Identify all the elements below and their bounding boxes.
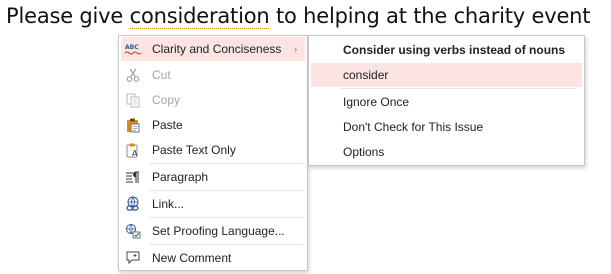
submenu-item-ignore-once[interactable]: Ignore Once	[311, 90, 582, 114]
menu-item-label: Cut	[152, 68, 171, 82]
document-sentence: Please give consideration to helping at …	[6, 4, 591, 29]
suggestion-heading: Consider using verbs instead of nouns	[343, 43, 566, 57]
menu-item-set-proofing-language[interactable]: Set Proofing Language...	[121, 219, 305, 243]
sentence-text-before: Please give	[6, 4, 130, 28]
submenu-item-label: Don't Check for This Issue	[343, 120, 484, 134]
menu-separator	[149, 163, 303, 164]
abc-spelling-icon: ABC	[124, 41, 142, 57]
clarity-submenu: Consider using verbs instead of nouns co…	[308, 35, 585, 166]
menu-item-paste-text-only[interactable]: A Paste Text Only	[121, 138, 305, 162]
submenu-item-label: Options	[343, 145, 385, 159]
menu-item-new-comment[interactable]: New Comment	[121, 246, 305, 270]
menu-item-label: Link...	[152, 197, 185, 211]
link-icon	[124, 196, 142, 212]
menu-item-label: Paragraph	[152, 170, 209, 184]
menu-item-link[interactable]: Link...	[121, 192, 305, 216]
menu-item-paragraph[interactable]: Paragraph	[121, 165, 305, 189]
scissors-icon	[124, 67, 142, 83]
submenu-item-dont-check[interactable]: Don't Check for This Issue	[311, 115, 582, 139]
sentence-text-after: to helping at the charity event	[269, 4, 591, 28]
menu-separator	[149, 217, 303, 218]
clipboard-icon	[124, 117, 142, 133]
paragraph-icon	[124, 169, 142, 185]
submenu-item-label: Ignore Once	[343, 95, 410, 109]
context-menu: ABC Clarity and Conciseness › Cut Copy P…	[118, 35, 308, 271]
suggestion-label: consider	[343, 68, 389, 82]
proofing-language-icon	[124, 223, 142, 239]
svg-text:A: A	[132, 149, 138, 158]
comment-icon	[124, 250, 142, 266]
menu-item-label: Paste Text Only	[152, 143, 236, 157]
copy-icon	[124, 92, 142, 108]
screen: Please give consideration to helping at …	[0, 0, 611, 274]
menu-item-label: Paste	[152, 118, 183, 132]
menu-item-label: New Comment	[152, 251, 232, 265]
submenu-item-options[interactable]: Options	[311, 140, 582, 164]
paste-text-only-icon: A	[124, 142, 142, 158]
menu-item-cut[interactable]: Cut	[121, 63, 305, 87]
menu-item-label: Copy	[152, 93, 181, 107]
suggestion-item-consider[interactable]: consider	[311, 63, 582, 87]
menu-separator	[149, 190, 303, 191]
submenu-arrow-icon: ›	[294, 44, 297, 54]
flagged-word[interactable]: consideration	[129, 4, 270, 29]
menu-separator	[149, 244, 303, 245]
menu-item-label: Clarity and Conciseness	[152, 42, 282, 56]
menu-item-label: Set Proofing Language...	[152, 224, 285, 238]
menu-item-clarity-and-conciseness[interactable]: ABC Clarity and Conciseness ›	[121, 37, 305, 61]
menu-item-copy[interactable]: Copy	[121, 88, 305, 112]
submenu-separator	[341, 88, 576, 89]
svg-text:ABC: ABC	[125, 44, 139, 51]
menu-item-paste[interactable]: Paste	[121, 113, 305, 137]
